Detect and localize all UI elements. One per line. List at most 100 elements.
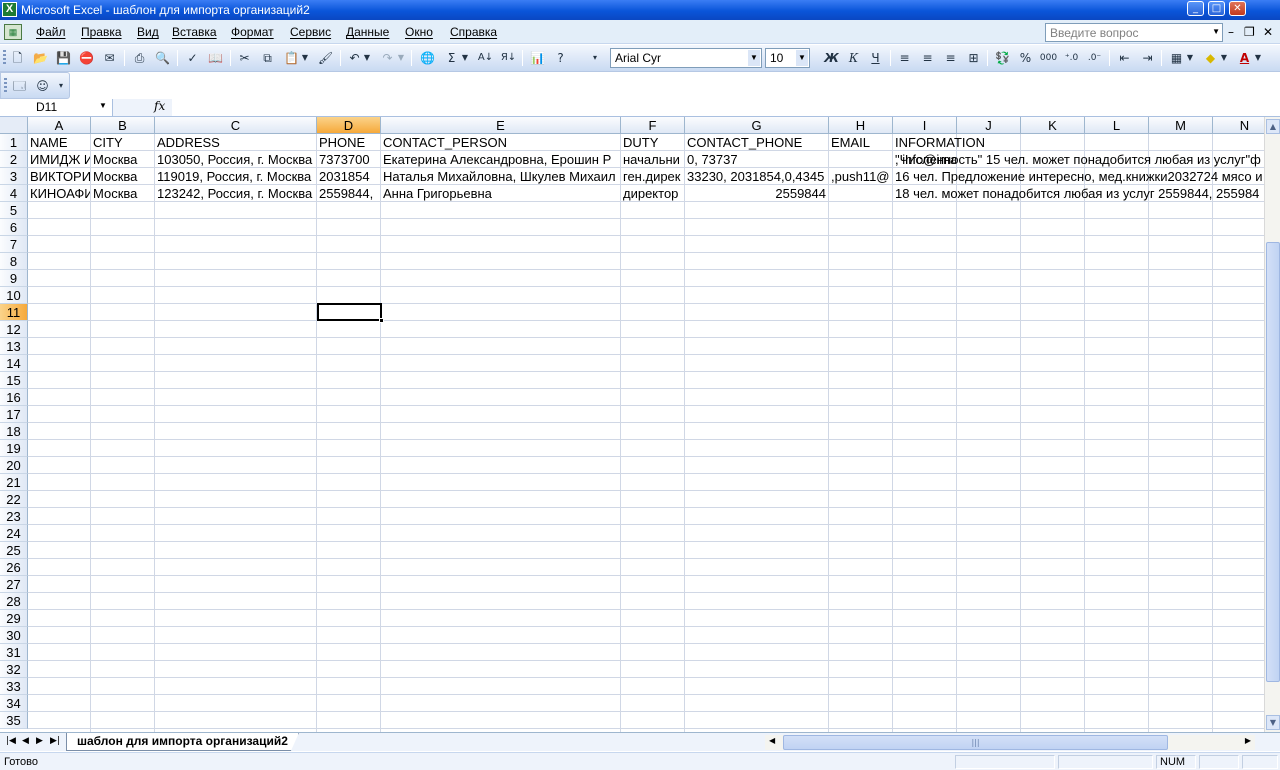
row-header-13[interactable]: 13	[0, 338, 28, 355]
chevron-down-icon[interactable]: ▼	[1185, 49, 1195, 67]
chevron-down-icon[interactable]: ▼	[99, 101, 107, 110]
sort-descending-icon[interactable]: Я↓	[499, 49, 518, 67]
row-header-30[interactable]: 30	[0, 627, 28, 644]
hyperlink-icon[interactable]: 🌐	[418, 49, 437, 67]
visual-basic-icon[interactable]: 🗔	[10, 77, 29, 95]
row-header-35[interactable]: 35	[0, 712, 28, 729]
menu-edit[interactable]: Правка	[81, 25, 122, 39]
menu-tools[interactable]: Сервис	[290, 25, 331, 39]
cell-e3[interactable]: Наталья Михайловна, Шкулев Михаил	[381, 168, 620, 185]
italic-button[interactable]: К	[844, 49, 863, 67]
align-left-icon[interactable]: ≡	[895, 49, 914, 67]
column-header-b[interactable]: B	[91, 117, 155, 134]
row-header-19[interactable]: 19	[0, 440, 28, 457]
cell-b2[interactable]: Москва	[91, 151, 154, 168]
row-header-20[interactable]: 20	[0, 457, 28, 474]
vertical-scroll-thumb[interactable]	[1266, 242, 1280, 682]
close-icon[interactable]: ✕	[1229, 1, 1246, 16]
column-header-k[interactable]: K	[1021, 117, 1085, 134]
row-header-18[interactable]: 18	[0, 423, 28, 440]
column-header-j[interactable]: J	[957, 117, 1021, 134]
vertical-scrollbar[interactable]: ▲ ▼	[1264, 117, 1280, 732]
column-header-f[interactable]: F	[621, 117, 685, 134]
horizontal-scrollbar[interactable]: ◀ ||| ▶	[765, 735, 1255, 750]
open-icon[interactable]: 📂	[31, 49, 50, 67]
row-header-21[interactable]: 21	[0, 474, 28, 491]
increase-indent-icon[interactable]: ⇥	[1138, 49, 1157, 67]
active-cell-d11[interactable]	[317, 303, 384, 323]
chart-wizard-icon[interactable]: 📊	[528, 49, 547, 67]
row-header-16[interactable]: 16	[0, 389, 28, 406]
paste-icon[interactable]: 📋	[282, 49, 301, 67]
column-header-e[interactable]: E	[381, 117, 621, 134]
save-icon[interactable]: 💾	[54, 49, 73, 67]
column-header-n[interactable]: N	[1213, 117, 1264, 134]
permission-icon[interactable]: ⛔	[77, 49, 96, 67]
scroll-left-icon[interactable]: ◀	[769, 736, 775, 745]
percent-button[interactable]: %	[1016, 49, 1035, 67]
row-header-29[interactable]: 29	[0, 610, 28, 627]
align-right-icon[interactable]: ≡	[941, 49, 960, 67]
row-header-15[interactable]: 15	[0, 372, 28, 389]
cell-e2[interactable]: Екатерина Александровна, Ерошин Р	[381, 151, 620, 168]
row-header-10[interactable]: 10	[0, 287, 28, 304]
print-preview-icon[interactable]: 🔍	[153, 49, 172, 67]
menu-window[interactable]: Окно	[405, 25, 433, 39]
print-icon[interactable]: ⎙	[130, 49, 149, 67]
cell-b1[interactable]: CITY	[91, 134, 154, 151]
cell-f4[interactable]: директор	[621, 185, 684, 202]
sheet-tab-active[interactable]: шаблон для импорта организаций2	[66, 733, 299, 751]
toolbar-grip[interactable]	[3, 50, 6, 66]
function-icon[interactable]: fx	[154, 99, 165, 113]
decrease-indent-icon[interactable]: ⇤	[1115, 49, 1134, 67]
column-header-d[interactable]: D	[317, 117, 381, 134]
row-header-6[interactable]: 6	[0, 219, 28, 236]
last-sheet-icon[interactable]: ▶|	[50, 736, 60, 746]
scroll-right-icon[interactable]: ▶	[1245, 736, 1251, 745]
select-all-corner[interactable]	[0, 117, 28, 134]
row-header-27[interactable]: 27	[0, 576, 28, 593]
column-header-g[interactable]: G	[685, 117, 829, 134]
cell-f2[interactable]: начальни	[621, 151, 684, 168]
cell-i1[interactable]: INFORMATION	[893, 134, 1264, 151]
menu-help[interactable]: Справка	[450, 25, 497, 39]
decrease-decimal-icon[interactable]: .0⁻	[1085, 49, 1104, 67]
cell-d3[interactable]: 2031854	[317, 168, 380, 185]
cell-f3[interactable]: ген.дирек	[621, 168, 684, 185]
row-header-28[interactable]: 28	[0, 593, 28, 610]
row-header-1[interactable]: 1	[0, 134, 28, 151]
toolbar-grip[interactable]	[4, 78, 7, 94]
font-color-button[interactable]: А	[1235, 49, 1254, 67]
row-header-32[interactable]: 32	[0, 661, 28, 678]
toolbar-options-icon[interactable]: ▾	[56, 77, 66, 95]
cell-a1[interactable]: NAME	[28, 134, 90, 151]
cell-h1[interactable]: EMAIL	[829, 134, 892, 151]
smiley-icon[interactable]: ☺	[33, 77, 52, 95]
currency-icon[interactable]: 💱	[993, 49, 1012, 67]
cell-e4[interactable]: Анна Григорьевна	[381, 185, 620, 202]
email-icon[interactable]: ✉	[100, 49, 119, 67]
sort-ascending-icon[interactable]: A↓	[476, 49, 495, 67]
column-header-c[interactable]: C	[155, 117, 317, 134]
row-header-23[interactable]: 23	[0, 508, 28, 525]
doc-restore-icon[interactable]: ❐	[1244, 25, 1255, 39]
row-header-24[interactable]: 24	[0, 525, 28, 542]
cell-a3[interactable]: ВИКТОРИ	[28, 168, 90, 185]
underline-button[interactable]: Ч	[866, 49, 885, 67]
menu-data[interactable]: Данные	[346, 25, 389, 39]
horizontal-scroll-thumb[interactable]: |||	[783, 735, 1168, 750]
row-header-22[interactable]: 22	[0, 491, 28, 508]
chevron-down-icon[interactable]: ▼	[748, 50, 760, 66]
font-name-select[interactable]: Arial Cyr ▼	[610, 48, 762, 68]
row-header-25[interactable]: 25	[0, 542, 28, 559]
cell-e1[interactable]: CONTACT_PERSON	[381, 134, 620, 151]
chevron-down-icon[interactable]: ▼	[460, 49, 470, 67]
redo-icon[interactable]: ↷	[378, 49, 397, 67]
scroll-down-icon[interactable]: ▼	[1266, 715, 1280, 730]
next-sheet-icon[interactable]: ▶	[36, 736, 43, 746]
chevron-down-icon[interactable]: ▼	[300, 49, 310, 67]
help-icon[interactable]: ?	[551, 49, 570, 67]
thousands-button[interactable]: 000	[1039, 49, 1058, 67]
align-center-icon[interactable]: ≡	[918, 49, 937, 67]
toolbar-options-icon[interactable]: ▾	[590, 49, 600, 67]
